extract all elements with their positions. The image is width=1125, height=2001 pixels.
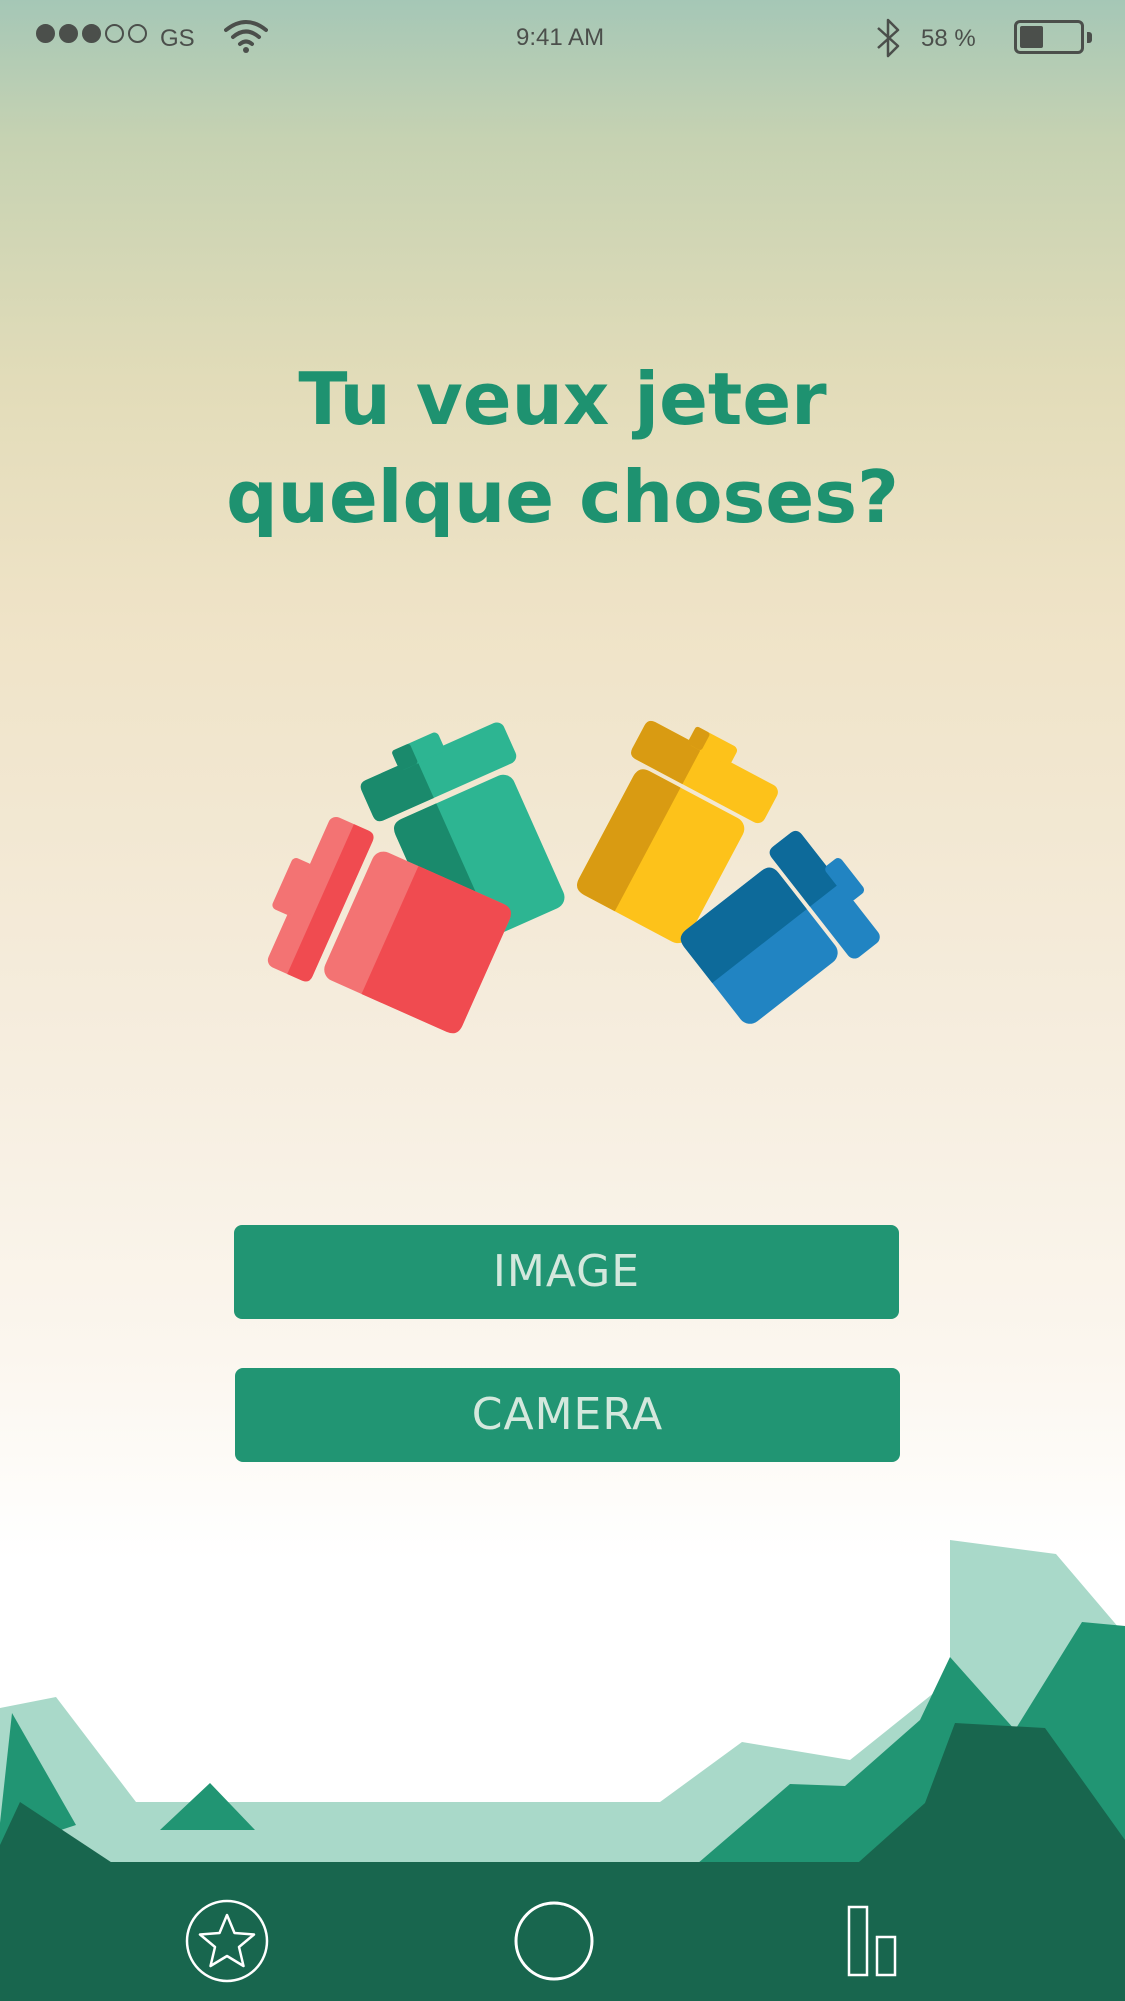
page-title: Tu veux jeter quelque choses? (0, 350, 1125, 546)
tab-stats[interactable] (829, 1898, 915, 1984)
tab-favorites[interactable] (184, 1898, 270, 1984)
status-time: 9:41 AM (516, 24, 605, 51)
carrier-name: GS (160, 25, 195, 52)
stats-icon (847, 1905, 897, 1977)
battery-cap (1087, 32, 1092, 43)
signal-dot (36, 24, 55, 43)
signal-strength-icon (36, 24, 147, 43)
battery-level (1020, 26, 1043, 48)
signal-dot (59, 24, 78, 43)
battery-percent: 58 % (921, 25, 976, 52)
star-icon (185, 1899, 269, 1983)
wifi-icon (224, 18, 268, 61)
bottom-tab-bar (0, 1862, 1125, 2001)
circle-icon (514, 1901, 594, 1981)
stats-bar-short (875, 1935, 897, 1977)
image-button[interactable]: IMAGE (234, 1225, 899, 1319)
recycling-bins-illustration (267, 720, 880, 1034)
camera-button[interactable]: CAMERA (235, 1368, 900, 1462)
bluetooth-icon (872, 16, 904, 67)
title-line-1: Tu veux jeter (298, 357, 827, 441)
tab-home[interactable] (511, 1898, 597, 1984)
status-bar: GS 9:41 AM 58 % (0, 0, 1125, 76)
battery-icon (1014, 20, 1092, 54)
signal-dot (105, 24, 124, 43)
signal-dot (82, 24, 101, 43)
mountains-background (0, 1540, 1125, 1870)
signal-dot (128, 24, 147, 43)
title-line-2: quelque choses? (226, 455, 899, 539)
